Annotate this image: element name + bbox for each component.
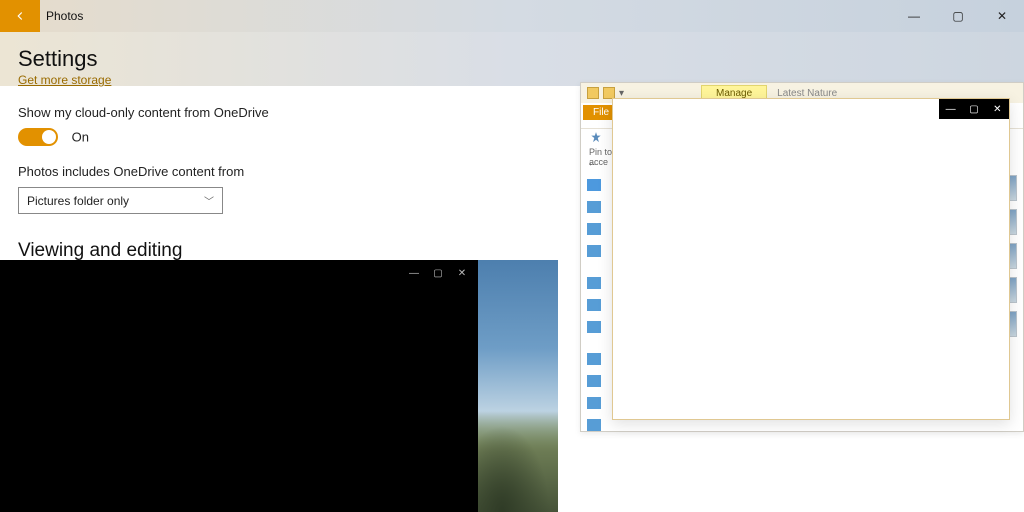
scenic-image	[478, 260, 558, 512]
sidebar-item[interactable]	[587, 353, 601, 365]
explorer-sidebar	[587, 179, 607, 441]
select-value: Pictures folder only	[27, 194, 129, 208]
sidebar-item[interactable]	[587, 277, 601, 289]
app-title: Photos	[46, 9, 83, 23]
media-maximize-button[interactable]: ▢	[426, 264, 450, 282]
photos-body: Get more storage Show my cloud-only cont…	[18, 72, 269, 291]
minimize-button[interactable]: —	[892, 0, 936, 32]
cloud-content-toggle[interactable]	[18, 128, 58, 146]
cloud-content-row: Show my cloud-only content from OneDrive…	[18, 105, 269, 146]
cloud-content-label: Show my cloud-only content from OneDrive	[18, 105, 269, 120]
blank-window[interactable]: — ▢ ✕	[612, 98, 1010, 420]
toggle-state-label: On	[72, 130, 89, 145]
sidebar-item[interactable]	[587, 397, 601, 409]
sidebar-item[interactable]	[587, 321, 601, 333]
sidebar-gap	[587, 343, 601, 349]
includes-row: Photos includes OneDrive content from Pi…	[18, 164, 269, 214]
sidebar-item[interactable]	[587, 245, 601, 257]
media-minimize-button[interactable]: —	[402, 264, 426, 282]
dropdown-icon[interactable]: ▾	[619, 88, 624, 99]
page-title: Settings	[18, 46, 98, 72]
sidebar-item[interactable]	[587, 419, 601, 431]
sidebar-item[interactable]	[587, 223, 601, 235]
media-window-controls: — ▢ ✕	[402, 264, 474, 282]
maximize-button[interactable]: ▢	[936, 0, 980, 32]
media-close-button[interactable]: ✕	[450, 264, 474, 282]
chevron-down-icon: ﹀	[204, 193, 214, 208]
blank-maximize-button[interactable]: ▢	[962, 99, 985, 119]
onedrive-folder-select[interactable]: Pictures folder only ﹀	[18, 187, 223, 214]
includes-label: Photos includes OneDrive content from	[18, 164, 269, 179]
sidebar-item[interactable]	[587, 375, 601, 387]
photos-window-controls: — ▢ ✕	[892, 0, 1024, 32]
get-more-storage-link[interactable]: Get more storage	[18, 73, 111, 87]
sidebar-item[interactable]	[587, 299, 601, 311]
explorer-back-button[interactable]: ←	[587, 157, 598, 169]
close-button[interactable]: ✕	[980, 0, 1024, 32]
explorer-breadcrumb: Latest Nature	[777, 88, 837, 99]
blank-close-button[interactable]: ✕	[986, 99, 1009, 119]
blank-window-controls: — ▢ ✕	[939, 99, 1009, 119]
media-window[interactable]: — ▢ ✕	[0, 260, 478, 512]
pin-icon	[589, 131, 603, 145]
blank-minimize-button[interactable]: —	[939, 99, 962, 119]
photos-titlebar: Photos — ▢ ✕	[0, 0, 1024, 32]
sidebar-gap	[587, 267, 601, 273]
folder-icon	[587, 87, 599, 99]
quick-access-icon[interactable]	[587, 179, 601, 191]
sidebar-item[interactable]	[587, 201, 601, 213]
back-button[interactable]	[0, 0, 40, 32]
viewing-editing-heading: Viewing and editing	[18, 240, 269, 262]
